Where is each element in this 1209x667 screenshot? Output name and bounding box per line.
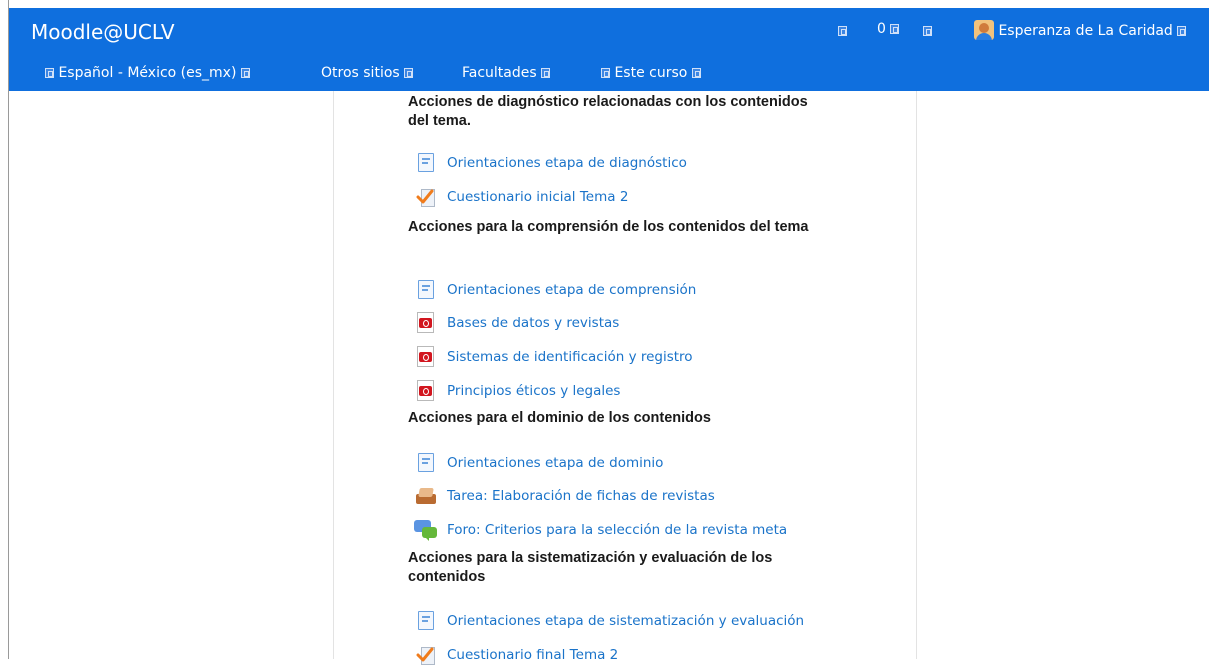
messages-icon[interactable] <box>838 23 847 39</box>
page-icon <box>414 609 438 633</box>
notification-count: 0 <box>877 21 886 37</box>
nav-faculties[interactable]: Facultades <box>462 65 551 81</box>
activity-orientaciones-sistematizacion[interactable]: Orientaciones etapa de sistematización y… <box>414 609 804 633</box>
activity-link[interactable]: Tarea: Elaboración de fichas de revistas <box>447 488 715 504</box>
activity-link[interactable]: Orientaciones etapa de sistematización y… <box>447 613 804 629</box>
section-heading-sistematizacion: Acciones para la sistematización y evalu… <box>408 550 773 585</box>
site-brand[interactable]: Moodle@UCLV <box>31 20 175 44</box>
caret-down-icon <box>240 68 250 78</box>
avatar <box>974 20 994 40</box>
activity-link[interactable]: Bases de datos y revistas <box>447 315 619 331</box>
forum-icon <box>414 518 438 542</box>
activity-orientaciones-comprension[interactable]: Orientaciones etapa de comprensión <box>414 278 696 302</box>
language-icon <box>45 68 54 78</box>
page-icon <box>414 151 438 175</box>
window-left-border <box>8 0 9 659</box>
course-icon <box>601 68 610 78</box>
pdf-icon <box>414 311 438 335</box>
nav-language-label: Español - México (es_mx) <box>58 65 237 81</box>
nav-language[interactable]: Español - México (es_mx) <box>45 65 250 81</box>
custom-menu: Español - México (es_mx) Otros sitios Fa… <box>9 63 1209 87</box>
activity-orientaciones-dominio[interactable]: Orientaciones etapa de dominio <box>414 451 663 475</box>
section-heading-diagnostico: Acciones de diagnóstico relacionadas con… <box>408 94 808 129</box>
quiz-icon <box>414 643 438 667</box>
activity-orientaciones-diagnostico[interactable]: Orientaciones etapa de diagnóstico <box>414 151 687 175</box>
nav-other-sites[interactable]: Otros sitios <box>321 65 414 81</box>
activity-sistemas-identificacion[interactable]: Sistemas de identificación y registro <box>414 345 693 369</box>
activity-link[interactable]: Orientaciones etapa de diagnóstico <box>447 155 687 171</box>
activity-foro-criterios[interactable]: Foro: Criterios para la selección de la … <box>414 518 787 542</box>
menu-glyph-icon <box>923 26 932 36</box>
user-name: Esperanza de La Caridad <box>998 23 1173 39</box>
page-icon <box>414 451 438 475</box>
page-icon <box>414 278 438 302</box>
quiz-icon <box>414 185 438 209</box>
caret-down-icon <box>691 68 701 78</box>
activity-tarea-fichas[interactable]: Tarea: Elaboración de fichas de revistas <box>414 484 715 508</box>
menu-glyph-icon <box>838 26 847 36</box>
assignment-icon <box>414 484 438 508</box>
activity-cuestionario-final[interactable]: Cuestionario final Tema 2 <box>414 643 618 667</box>
top-navbar: Moodle@UCLV 0 Esperanza de La Caridad Es… <box>9 8 1209 91</box>
activity-cuestionario-inicial[interactable]: Cuestionario inicial Tema 2 <box>414 185 628 209</box>
user-menu[interactable]: Esperanza de La Caridad <box>974 20 1187 40</box>
activity-principios-eticos[interactable]: Principios éticos y legales <box>414 379 620 403</box>
activity-link[interactable]: Orientaciones etapa de dominio <box>447 455 663 471</box>
activity-bases-datos[interactable]: Bases de datos y revistas <box>414 311 619 335</box>
notifications-menu[interactable]: 0 <box>877 21 900 37</box>
caret-down-icon <box>1177 26 1187 36</box>
section-heading-dominio: Acciones para el dominio de los contenid… <box>408 410 711 426</box>
activity-link[interactable]: Cuestionario inicial Tema 2 <box>447 189 628 205</box>
activity-link[interactable]: Sistemas de identificación y registro <box>447 349 693 365</box>
activity-link[interactable]: Foro: Criterios para la selección de la … <box>447 522 787 538</box>
activity-link[interactable]: Principios éticos y legales <box>447 383 620 399</box>
caret-down-icon <box>404 68 414 78</box>
caret-down-icon <box>541 68 551 78</box>
course-content: Acciones de diagnóstico relacionadas con… <box>333 91 917 665</box>
section-heading-comprension: Acciones para la comprensión de los cont… <box>408 219 809 235</box>
nav-faculties-label: Facultades <box>462 65 537 81</box>
activity-link[interactable]: Orientaciones etapa de comprensión <box>447 282 696 298</box>
nav-other-sites-label: Otros sitios <box>321 65 400 81</box>
pdf-icon <box>414 379 438 403</box>
popover-icon[interactable] <box>923 23 932 39</box>
nav-this-course[interactable]: Este curso <box>601 65 701 81</box>
activity-link[interactable]: Cuestionario final Tema 2 <box>447 647 618 663</box>
bell-icon <box>890 24 900 34</box>
pdf-icon <box>414 345 438 369</box>
nav-this-course-label: Este curso <box>614 65 688 81</box>
